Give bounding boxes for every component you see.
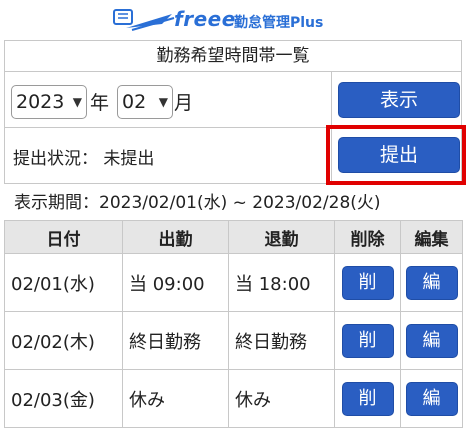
row-date: 02/02(木) [4,311,123,370]
row-start: 休み [122,369,229,428]
app-header: freee 勤怠管理Plus [0,0,466,40]
brand-logo-text: freee [174,7,236,31]
row-end: 休み [228,369,335,428]
column-header-end: 退勤 [228,220,335,254]
edit-cell: 編 [400,311,463,370]
edit-button[interactable]: 編 [405,323,458,358]
divider [331,72,332,127]
edit-cell: 編 [400,253,463,312]
product-name: 勤怠管理Plus [234,15,324,31]
freee-logo-icon [113,9,175,31]
show-button[interactable]: 表示 [338,82,460,118]
delete-cell: 削 [334,311,401,370]
table-row: 02/01(水) 当 09:00 当 18:00 削 編 [4,253,463,312]
delete-button[interactable]: 削 [341,381,394,416]
table-row: 02/03(金) 休み 休み 削 編 [4,369,463,428]
row-end: 終日勤務 [228,311,335,370]
row-date: 02/01(水) [4,253,123,312]
page-title: 勤務希望時間帯一覧 [4,40,462,72]
row-end: 当 18:00 [228,253,335,312]
year-select[interactable]: 2023 ▼ [11,85,87,119]
delete-cell: 削 [334,369,401,428]
column-header-delete: 削除 [334,220,401,254]
column-header-date: 日付 [4,220,123,254]
edit-button[interactable]: 編 [405,381,458,416]
delete-cell: 削 [334,253,401,312]
year-unit-label: 年 [90,92,110,114]
month-select-value: 02 [122,91,147,113]
table-header-row: 日付 出勤 退勤 削除 編集 [4,220,463,254]
chevron-down-icon: ▼ [72,95,82,109]
display-period: 表示期間：2023/02/01(水) ~ 2023/02/28(火) [14,193,381,213]
delete-button[interactable]: 削 [341,265,394,300]
row-date: 02/03(金) [4,369,123,428]
edit-cell: 編 [400,369,463,428]
row-start: 終日勤務 [122,311,229,370]
table-row: 02/02(木) 終日勤務 終日勤務 削 編 [4,311,463,370]
submit-highlight-frame [326,125,466,185]
month-unit-label: 月 [174,92,194,114]
column-header-start: 出勤 [122,220,229,254]
row-start: 当 09:00 [122,253,229,312]
month-select[interactable]: 02 ▼ [117,85,173,119]
period-selector-row: 2023 ▼ 年 02 ▼ 月 表示 [4,72,462,128]
column-header-edit: 編集 [400,220,463,254]
edit-button[interactable]: 編 [405,265,458,300]
schedule-table: 日付 出勤 退勤 削除 編集 02/01(水) 当 09:00 当 18:00 … [4,220,463,428]
submission-status-text: 提出状況： 未提出 [13,149,155,169]
year-select-value: 2023 [16,91,65,113]
chevron-down-icon: ▼ [158,95,168,109]
delete-button[interactable]: 削 [341,323,394,358]
